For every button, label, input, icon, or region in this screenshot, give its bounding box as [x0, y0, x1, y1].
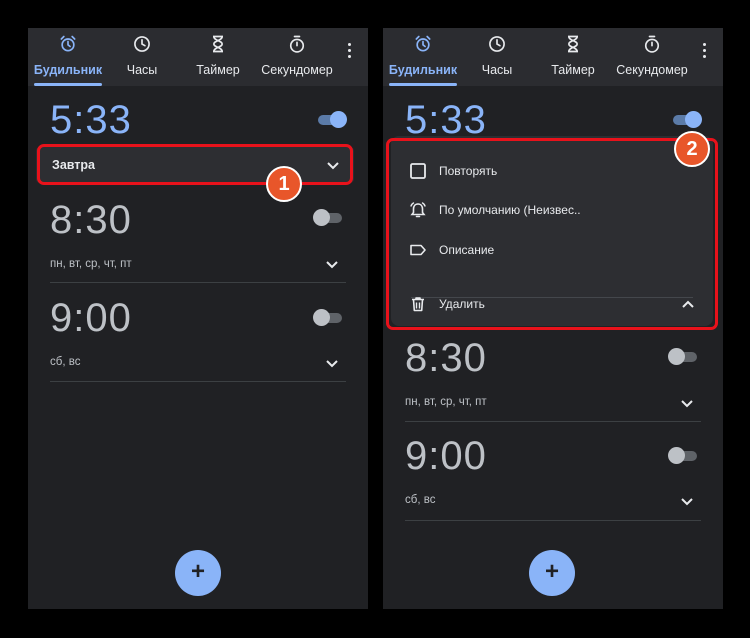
alarm-schedule-3[interactable]: сб, вс: [405, 494, 435, 506]
more-options-button[interactable]: [697, 40, 711, 62]
tab-timer[interactable]: Таймер: [188, 28, 248, 86]
alarm-toggle-1[interactable]: [673, 110, 702, 130]
hourglass-icon: [212, 35, 224, 53]
tab-bar: Будильник Часы Таймер Секундомер: [28, 28, 368, 86]
step-1-highlight: [37, 144, 353, 185]
clock-icon: [134, 36, 150, 52]
plus-icon: +: [544, 558, 559, 585]
alarm-screen-collapsed: Будильник Часы Таймер Секундомер 5:33 За…: [28, 28, 368, 609]
chevron-down-icon[interactable]: [325, 359, 339, 369]
tab-timer-label: Таймер: [551, 63, 595, 77]
alarm-divider: [405, 421, 701, 422]
alarm-schedule-2[interactable]: пн, вт, ср, чт, пт: [405, 396, 487, 408]
tab-clock-label: Часы: [481, 63, 513, 77]
tab-stopwatch[interactable]: Секундомер: [611, 28, 693, 86]
alarm-toggle-1[interactable]: [318, 110, 347, 130]
alarm-time-1[interactable]: 5:33: [50, 98, 132, 143]
tab-alarm-label: Будильник: [388, 63, 458, 77]
tab-clock-label: Часы: [126, 63, 158, 77]
alarm-toggle-2[interactable]: [668, 347, 697, 367]
hourglass-icon: [567, 35, 579, 53]
alarm-time-2[interactable]: 8:30: [50, 198, 132, 243]
tab-timer-label: Таймер: [196, 63, 240, 77]
alarm-toggle-2[interactable]: [313, 208, 342, 228]
tab-bar: Будильник Часы Таймер Секундомер: [383, 28, 723, 86]
tab-stopwatch[interactable]: Секундомер: [256, 28, 338, 86]
stopwatch-icon: [289, 35, 305, 53]
tab-alarm-label: Будильник: [33, 63, 103, 77]
tab-stopwatch-label: Секундомер: [616, 63, 688, 77]
add-alarm-button[interactable]: +: [175, 550, 221, 596]
alarm-divider: [50, 282, 346, 283]
step-2-badge: 2: [674, 131, 710, 167]
alarm-toggle-3[interactable]: [313, 308, 342, 328]
chevron-down-icon[interactable]: [325, 260, 339, 270]
plus-icon: +: [190, 558, 205, 585]
alarm-time-2[interactable]: 8:30: [405, 336, 487, 381]
active-tab-indicator: [34, 83, 102, 86]
tab-timer[interactable]: Таймер: [543, 28, 603, 86]
chevron-down-icon[interactable]: [680, 399, 694, 409]
alarm-divider: [50, 381, 346, 382]
alarm-icon: [60, 35, 76, 52]
step-2-highlight: [386, 138, 718, 330]
chevron-down-icon[interactable]: [680, 497, 694, 507]
stopwatch-icon: [644, 35, 660, 53]
tab-clock[interactable]: Часы: [114, 28, 170, 86]
alarm-divider: [405, 520, 701, 521]
alarm-time-3[interactable]: 9:00: [405, 434, 487, 479]
alarm-icon: [415, 35, 431, 52]
add-alarm-button[interactable]: +: [529, 550, 575, 596]
step-1-badge: 1: [266, 166, 302, 202]
more-options-button[interactable]: [342, 40, 356, 62]
clock-icon: [489, 36, 505, 52]
tab-clock[interactable]: Часы: [469, 28, 525, 86]
active-tab-indicator: [389, 83, 457, 86]
tab-alarm[interactable]: Будильник: [385, 28, 461, 86]
tab-stopwatch-label: Секундомер: [261, 63, 333, 77]
alarm-schedule-3[interactable]: сб, вс: [50, 356, 80, 368]
alarm-time-3[interactable]: 9:00: [50, 296, 132, 341]
alarm-schedule-2[interactable]: пн, вт, ср, чт, пт: [50, 258, 132, 270]
tab-alarm[interactable]: Будильник: [30, 28, 106, 86]
alarm-toggle-3[interactable]: [668, 446, 697, 466]
